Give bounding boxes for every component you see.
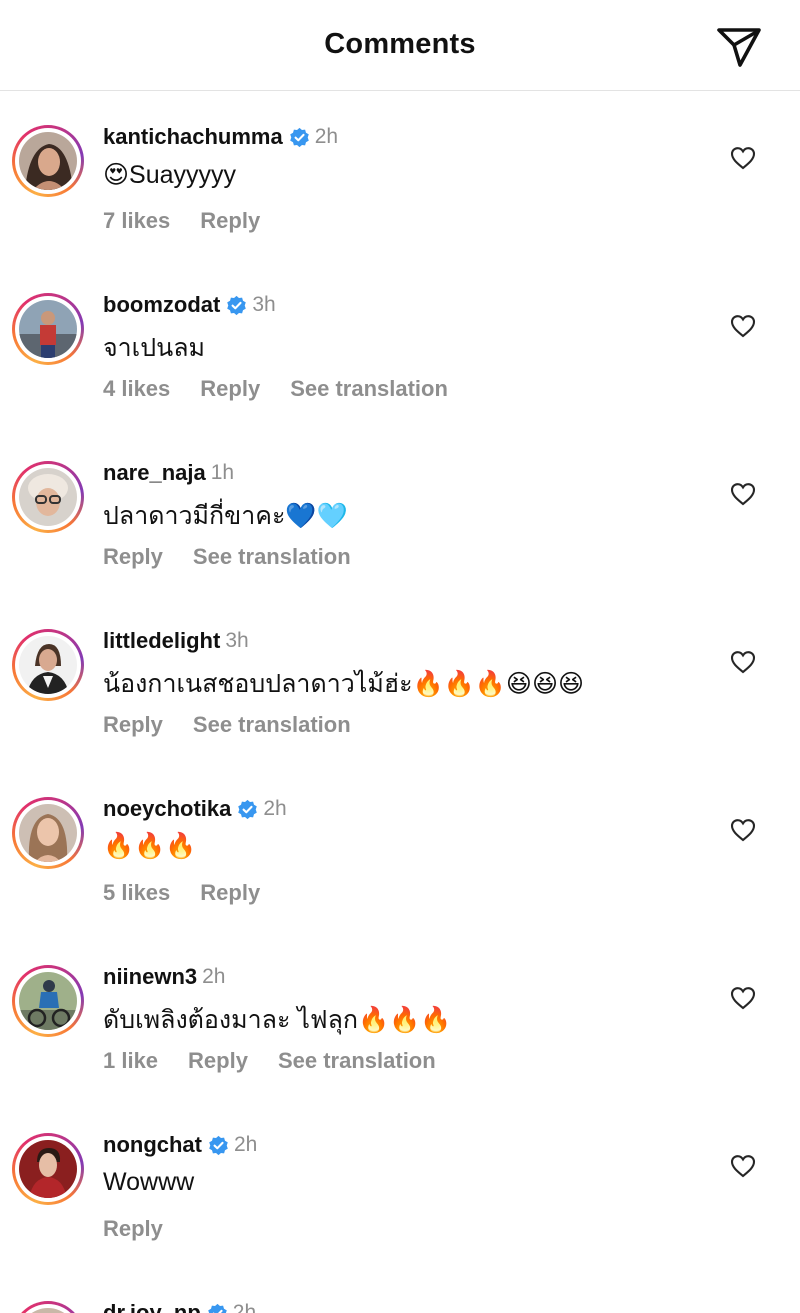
timestamp: 3h — [225, 629, 249, 652]
reply-button[interactable]: Reply — [200, 880, 260, 905]
comment-actions: Reply See translation — [103, 712, 381, 738]
username[interactable]: littledelight — [103, 628, 220, 653]
send-button[interactable] — [716, 26, 762, 68]
timestamp: 2h — [232, 1301, 257, 1313]
heart-icon[interactable] — [730, 482, 756, 506]
see-translation-link[interactable]: See translation — [290, 376, 448, 401]
username[interactable]: kantichachumma — [103, 124, 283, 149]
comment-text: 😍Suayyyyy — [103, 161, 237, 189]
comment-meta: niinewn3 2h — [103, 964, 225, 994]
heart-icon[interactable] — [730, 1154, 756, 1178]
paper-plane-icon — [717, 28, 761, 67]
heart-icon[interactable] — [730, 986, 756, 1010]
comment-actions: 7 likes Reply — [103, 208, 290, 234]
likes-count[interactable]: 4 likes — [103, 376, 170, 401]
comment-item: littledelight 3h น้องกาเนสชอบปลาดาวไม้ฮ่ะ… — [0, 594, 800, 762]
comment-actions: 5 likes Reply — [103, 880, 290, 906]
timestamp: 2h — [202, 965, 226, 988]
reply-button[interactable]: Reply — [200, 208, 260, 233]
comment-item: kantichachumma 2h 😍Suayyyyy 7 likes Reply — [0, 90, 800, 258]
comment-text: จาเปนลม — [103, 334, 205, 362]
see-translation-link[interactable]: See translation — [278, 1048, 436, 1073]
reply-button[interactable]: Reply — [103, 712, 163, 737]
comment-item: boomzodat 3h จาเปนลม 4 likes Reply See tran… — [0, 258, 800, 426]
username[interactable]: boomzodat — [103, 292, 220, 317]
verified-badge-icon — [209, 1135, 228, 1155]
timestamp: 3h — [252, 293, 276, 316]
reply-button[interactable]: Reply — [188, 1048, 248, 1073]
timestamp: 2h — [314, 125, 339, 148]
reply-button[interactable]: Reply — [200, 376, 260, 401]
username[interactable]: dr.joy_np — [103, 1300, 201, 1313]
comment-text: ดับเพลิงต้องมาละ ไฟลุก🔥🔥🔥 — [103, 1006, 452, 1034]
username[interactable]: nongchat — [103, 1132, 202, 1157]
comment-meta: dr.joy_np 2h — [103, 1300, 256, 1313]
page-title: Comments — [324, 28, 476, 60]
comment-item: noeychotika 2h 🔥🔥🔥 5 likes Reply — [0, 762, 800, 930]
avatar[interactable] — [12, 125, 84, 197]
comment-item: niinewn3 2h ดับเพลิงต้องมาละ ไฟลุก🔥🔥🔥 1 l… — [0, 930, 800, 1098]
header: Comments — [0, 0, 800, 91]
timestamp: 2h — [263, 797, 287, 820]
likes-count[interactable]: 1 like — [103, 1048, 158, 1073]
verified-badge-icon — [238, 799, 258, 819]
avatar[interactable] — [12, 1133, 84, 1205]
see-translation-link[interactable]: See translation — [193, 712, 351, 737]
likes-count[interactable]: 5 likes — [103, 880, 170, 905]
comment-actions: 4 likes Reply See translation — [103, 376, 478, 402]
likes-count[interactable]: 7 likes — [103, 208, 170, 233]
username[interactable]: nare_naja — [103, 460, 206, 485]
heart-icon[interactable] — [730, 314, 756, 338]
avatar[interactable] — [12, 1301, 84, 1313]
comment-meta: littledelight 3h — [103, 628, 249, 658]
comment-text: ปลาดาวมีกี่ขาคะ💙🩵 — [103, 502, 348, 530]
heart-icon[interactable] — [730, 650, 756, 674]
comment-item: dr.joy_np 2h — [0, 1266, 800, 1313]
avatar[interactable] — [12, 965, 84, 1037]
avatar[interactable] — [12, 629, 84, 701]
comment-item: nongchat 2h Wowww Reply — [0, 1098, 800, 1266]
comment-actions: Reply See translation — [103, 544, 381, 570]
comment-item: nare_naja 1h ปลาดาวมีกี่ขาคะ💙🩵 Reply See t… — [0, 426, 800, 594]
comment-meta: kantichachumma 2h — [103, 124, 338, 154]
reply-button[interactable]: Reply — [103, 1216, 163, 1241]
comment-meta: boomzodat 3h — [103, 292, 276, 322]
verified-badge-icon — [289, 127, 309, 147]
comment-actions: 1 like Reply See translation — [103, 1048, 466, 1074]
avatar[interactable] — [12, 293, 84, 365]
comment-text: Wowww — [103, 1168, 195, 1196]
timestamp: 2h — [234, 1133, 258, 1156]
username[interactable]: niinewn3 — [103, 964, 197, 989]
reply-button[interactable]: Reply — [103, 544, 163, 569]
timestamp: 1h — [210, 461, 235, 484]
see-translation-link[interactable]: See translation — [193, 544, 351, 569]
heart-icon[interactable] — [730, 818, 756, 842]
heart-icon[interactable] — [730, 146, 756, 170]
comment-text: 🔥🔥🔥 — [103, 832, 197, 860]
comment-meta: nongchat 2h — [103, 1132, 257, 1162]
comment-actions: Reply — [103, 1216, 193, 1242]
verified-badge-icon — [227, 295, 247, 315]
comment-text: น้องกาเนสชอบปลาดาวไม้ฮ่ะ🔥🔥🔥😆😆😆 — [103, 670, 585, 698]
comment-meta: noeychotika 2h — [103, 796, 287, 826]
avatar[interactable] — [12, 797, 84, 869]
username[interactable]: noeychotika — [103, 796, 231, 821]
comment-meta: nare_naja 1h — [103, 460, 234, 490]
verified-badge-icon — [208, 1303, 227, 1313]
avatar[interactable] — [12, 461, 84, 533]
